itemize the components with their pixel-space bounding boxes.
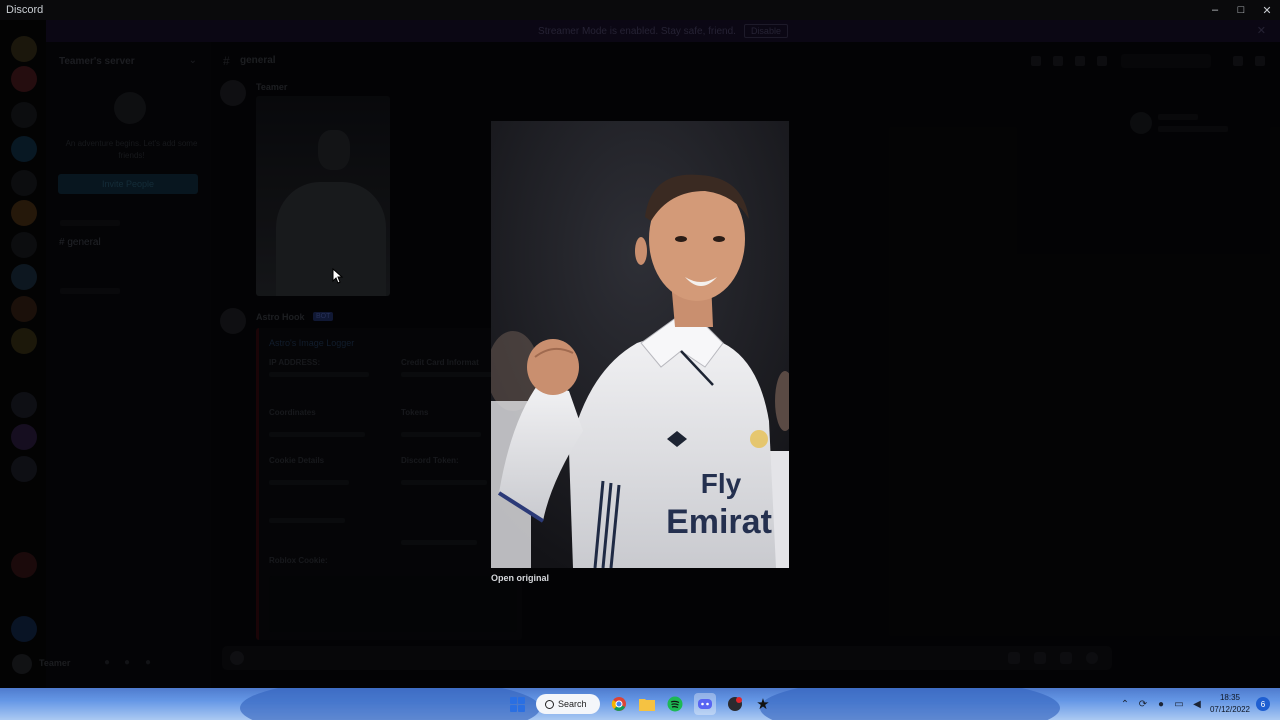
open-original-link[interactable]: Open original <box>491 573 549 583</box>
close-button[interactable]: ✕ <box>1254 0 1280 20</box>
star-icon[interactable]: ★ <box>752 693 774 715</box>
app-title: Discord <box>6 4 44 16</box>
chrome-icon[interactable] <box>608 693 630 715</box>
start-button[interactable] <box>506 693 528 715</box>
window-controls: – □ ✕ <box>1202 0 1280 20</box>
chevron-up-icon[interactable]: ⌃ <box>1118 697 1132 711</box>
window-titlebar: Discord – □ ✕ <box>0 0 1280 20</box>
taskbar: Search ★ ⌃ ⟳ ● ▭ ◀ 18:35 07/12/2022 6 <box>0 688 1280 720</box>
windows-icon <box>509 696 525 712</box>
maximize-button[interactable]: □ <box>1228 0 1254 20</box>
microphone-icon[interactable]: ● <box>1154 697 1168 711</box>
volume-icon[interactable]: ◀ <box>1190 697 1204 711</box>
search-label: Search <box>558 699 587 709</box>
app-icon[interactable] <box>724 693 746 715</box>
viewer-image: Fly Emirat <box>491 121 789 568</box>
notification-badge[interactable]: 6 <box>1256 697 1270 711</box>
taskbar-search[interactable]: Search <box>536 694 600 714</box>
jersey-sponsor-line1: Fly <box>701 468 742 499</box>
clock-date: 07/12/2022 <box>1209 705 1251 714</box>
clock-time: 18:35 <box>1219 693 1241 702</box>
search-icon <box>545 699 554 709</box>
discord-icon[interactable] <box>694 693 716 715</box>
file-explorer-icon[interactable] <box>636 693 658 715</box>
minimize-button[interactable]: – <box>1202 0 1228 20</box>
jersey-sponsor-line2: Emirat <box>666 503 772 541</box>
image-viewer[interactable]: Fly Emirat <box>491 121 789 568</box>
spotify-icon[interactable] <box>664 693 686 715</box>
taskbar-clock[interactable]: 18:35 07/12/2022 <box>1206 692 1254 716</box>
sync-icon[interactable]: ⟳ <box>1136 697 1150 711</box>
mouse-cursor-icon <box>332 268 344 284</box>
desktop-screen: Discord – □ ✕ Streamer Mode is enabled. … <box>0 0 1280 720</box>
network-icon[interactable]: ▭ <box>1172 697 1186 711</box>
